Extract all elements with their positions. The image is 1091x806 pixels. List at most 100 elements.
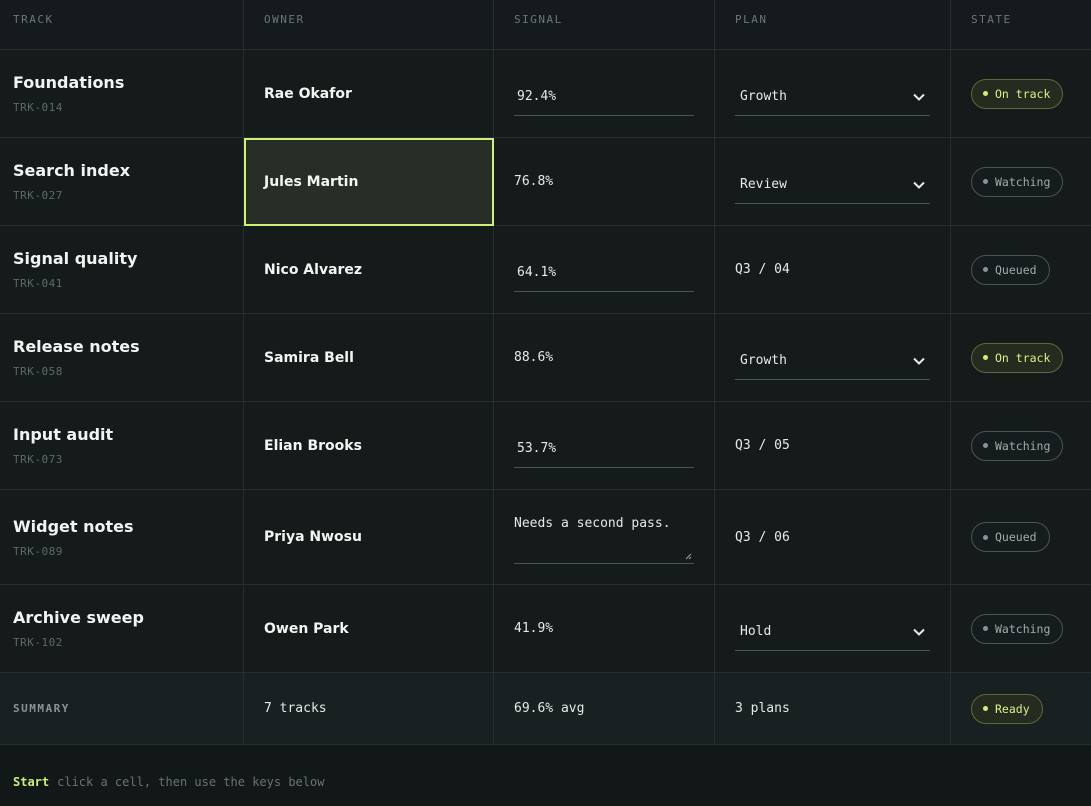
status-dot-icon — [983, 179, 988, 184]
plan-value: Q3 / 04 — [735, 262, 790, 277]
track-name: Search index — [13, 161, 131, 180]
plan-select[interactable]: Hold — [735, 614, 930, 651]
signal-input[interactable]: 92.4% — [514, 79, 694, 116]
signal-value: 41.9% — [514, 621, 554, 636]
signal-cell[interactable]: 41.9% — [494, 585, 715, 673]
plan-select-value: Review — [740, 177, 787, 192]
track-cell[interactable]: Search index TRK-027 — [0, 138, 244, 226]
status-dot-icon — [983, 267, 988, 272]
signal-cell[interactable]: 76.8% — [494, 138, 715, 226]
status-badge: Watching — [971, 166, 1064, 197]
header-state: STATE — [951, 0, 1091, 50]
track-name: Release notes — [13, 337, 140, 356]
track-id: TRK-041 — [13, 277, 63, 290]
signal-cell[interactable]: 92.4% — [494, 50, 715, 138]
keyboard-hint-bar: Start click a cell, then use the keys be… — [0, 755, 1091, 806]
owner-name: Owen Park — [264, 620, 349, 637]
summary-label-cell: SUMMARY — [0, 673, 244, 745]
summary-state-cell: Ready — [951, 673, 1091, 745]
owner-cell[interactable]: Elian Brooks — [244, 402, 494, 490]
chevron-down-icon — [913, 357, 925, 365]
plan-cell[interactable]: Growth — [715, 50, 951, 138]
header-signal: SIGNAL — [494, 0, 715, 50]
track-name: Input audit — [13, 425, 114, 444]
notes-textarea[interactable]: Needs a second pass. — [514, 508, 694, 564]
plan-select[interactable]: Growth — [735, 79, 930, 116]
status-badge: On track — [971, 342, 1064, 373]
status-dot-icon — [983, 443, 988, 448]
summary-plans-cell: 3 plans — [715, 673, 951, 745]
state-cell[interactable]: Queued — [951, 490, 1091, 585]
track-cell[interactable]: Foundations TRK-014 — [0, 50, 244, 138]
resize-handle-icon[interactable] — [685, 553, 692, 560]
track-id: TRK-073 — [13, 453, 63, 466]
header-plan: PLAN — [715, 0, 951, 50]
owner-cell[interactable]: Priya Nwosu — [244, 490, 494, 585]
state-cell[interactable]: Watching — [951, 585, 1091, 673]
status-badge: Queued — [971, 522, 1050, 552]
header-track: TRACK — [0, 0, 244, 50]
track-name: Archive sweep — [13, 608, 144, 627]
status-badge: Queued — [971, 254, 1050, 285]
track-cell[interactable]: Input audit TRK-073 — [0, 402, 244, 490]
state-cell[interactable]: On track — [951, 314, 1091, 402]
owner-name: Jules Martin — [264, 173, 359, 190]
owner-cell[interactable]: Samira Bell — [244, 314, 494, 402]
track-id: TRK-014 — [13, 101, 63, 114]
owner-cell[interactable]: Nico Alvarez — [244, 226, 494, 314]
track-id: TRK-089 — [13, 544, 63, 558]
signal-value: 76.8% — [514, 174, 554, 189]
owner-name: Priya Nwosu — [264, 529, 362, 545]
status-dot-icon — [983, 91, 988, 96]
owner-name: Rae Okafor — [264, 85, 352, 102]
signal-cell[interactable]: 64.1% — [494, 226, 715, 314]
status-dot-icon — [983, 626, 988, 631]
track-cell[interactable]: Widget notes TRK-089 — [0, 490, 244, 585]
track-name: Foundations — [13, 73, 125, 92]
plan-value: Q3 / 05 — [735, 438, 790, 453]
plan-value: Q3 / 06 — [735, 529, 790, 545]
plan-cell[interactable]: Growth — [715, 314, 951, 402]
state-cell[interactable]: Watching — [951, 138, 1091, 226]
signal-input[interactable]: 53.7% — [514, 431, 694, 468]
plan-select[interactable]: Growth — [735, 343, 930, 380]
owner-name: Samira Bell — [264, 349, 354, 366]
track-cell[interactable]: Signal quality TRK-041 — [0, 226, 244, 314]
owner-cell[interactable]: Owen Park — [244, 585, 494, 673]
state-cell[interactable]: Watching — [951, 402, 1091, 490]
signal-cell[interactable]: 88.6% — [494, 314, 715, 402]
plan-cell[interactable]: Hold — [715, 585, 951, 673]
track-cell[interactable]: Release notes TRK-058 — [0, 314, 244, 402]
plan-select-value: Hold — [740, 624, 772, 639]
state-cell[interactable]: On track — [951, 50, 1091, 138]
track-name: Signal quality — [13, 249, 138, 268]
plan-cell[interactable]: Q3 / 05 — [715, 402, 951, 490]
plan-cell[interactable]: Review — [715, 138, 951, 226]
status-badge: Ready — [971, 693, 1043, 724]
plan-cell[interactable]: Q3 / 04 — [715, 226, 951, 314]
track-id: TRK-027 — [13, 189, 63, 202]
chevron-down-icon — [913, 93, 925, 101]
summary-tracks-cell: 7 tracks — [244, 673, 494, 745]
status-dot-icon — [983, 534, 988, 540]
status-dot-icon — [983, 355, 988, 360]
status-badge: Watching — [971, 430, 1064, 461]
plan-select-value: Growth — [740, 353, 787, 368]
track-name: Widget notes — [13, 516, 134, 536]
track-cell[interactable]: Archive sweep TRK-102 — [0, 585, 244, 673]
owner-name: Elian Brooks — [264, 437, 362, 454]
plan-select[interactable]: Review — [735, 167, 930, 204]
track-id: TRK-102 — [13, 636, 63, 649]
tracks-table: TRACK OWNER SIGNAL PLAN STATE Foundation… — [0, 0, 1091, 755]
summary-signal-cell: 69.6% avg — [494, 673, 715, 745]
header-owner: OWNER — [244, 0, 494, 50]
owner-cell-selected[interactable]: Jules Martin — [244, 138, 494, 226]
owner-name: Nico Alvarez — [264, 261, 363, 278]
plan-cell[interactable]: Q3 / 06 — [715, 490, 951, 585]
signal-input[interactable]: 64.1% — [514, 255, 694, 292]
chevron-down-icon — [913, 628, 925, 636]
owner-cell[interactable]: Rae Okafor — [244, 50, 494, 138]
state-cell[interactable]: Queued — [951, 226, 1091, 314]
signal-cell[interactable]: Needs a second pass. — [494, 490, 715, 585]
signal-cell[interactable]: 53.7% — [494, 402, 715, 490]
